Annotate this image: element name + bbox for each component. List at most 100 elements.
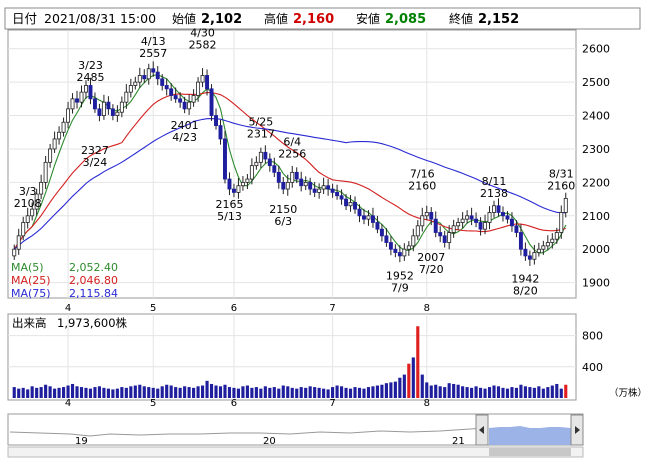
- volume-bar: [268, 387, 272, 398]
- candle-body: [438, 232, 443, 237]
- volume-bar: [169, 385, 173, 398]
- volume-bar: [84, 387, 88, 398]
- candle-body: [276, 171, 281, 183]
- volume-bar: [106, 388, 110, 398]
- candle-body: [124, 91, 129, 103]
- month-tick-label: 6: [231, 398, 237, 409]
- volume-bar: [272, 387, 276, 398]
- candle-body: [299, 178, 304, 187]
- volume-bar: [523, 386, 527, 398]
- volume-bar: [48, 386, 52, 398]
- volume-bar: [138, 384, 142, 398]
- volume-bar: [111, 389, 115, 398]
- legend-value: 2,052.40: [69, 261, 118, 274]
- volume-bar: [165, 384, 169, 398]
- price-annotation: 2160: [547, 180, 575, 193]
- volume-bar: [196, 386, 200, 398]
- price-y-axis: 1900 2000 2100 2200 2300 2400 2500 2600: [582, 43, 610, 290]
- candle-body: [258, 151, 263, 163]
- volume-bar: [39, 387, 43, 398]
- volume-bar: [259, 388, 263, 398]
- candle-body: [12, 248, 17, 257]
- candle-body: [321, 185, 326, 190]
- volume-bar: [93, 387, 97, 398]
- candle-body: [478, 222, 483, 230]
- volume-bar: [465, 387, 469, 398]
- volume-bar: [192, 387, 196, 398]
- volume-bar: [501, 387, 505, 398]
- candle-body: [110, 108, 115, 116]
- volume-bar: [362, 388, 366, 398]
- stock-chart: 日付 2021/08/31 15:00 始値 2,102 高値 2,160 安値…: [4, 7, 647, 458]
- volume-bar: [147, 387, 151, 398]
- volume-bar: [133, 385, 137, 398]
- candle-body: [160, 78, 165, 86]
- volume-bar: [487, 387, 492, 398]
- navigator-scroll-thumb[interactable]: [489, 448, 571, 456]
- volume-bar: [348, 388, 353, 398]
- price-annotation: 7/9: [391, 281, 409, 294]
- volume-bar: [304, 387, 308, 398]
- candle-body: [474, 218, 479, 223]
- volume-bar: [353, 387, 357, 398]
- candle-body: [559, 212, 564, 233]
- close-label: 終値: [449, 11, 473, 26]
- volume-bar: [218, 386, 223, 398]
- volume-bar: [496, 386, 501, 398]
- volume-bar: [331, 387, 335, 398]
- candle-body: [523, 248, 528, 257]
- volume-bar: [174, 387, 178, 398]
- candle-body: [370, 215, 375, 223]
- candle-body: [151, 68, 156, 73]
- month-tick-label: 5: [150, 398, 156, 409]
- month-tick-label: 6: [231, 303, 237, 314]
- price-annotation: 2138: [480, 187, 508, 200]
- candle-body: [411, 235, 416, 247]
- candle-body: [231, 188, 236, 193]
- candle-body: [61, 121, 66, 133]
- candle-body: [384, 235, 389, 243]
- price-annotation: 2256: [278, 148, 306, 161]
- volume-bar: [124, 387, 128, 398]
- month-tick-label: 5: [150, 303, 156, 314]
- price-annotation: 5/13: [217, 210, 242, 223]
- candle-body: [92, 98, 97, 110]
- volume-bar: [564, 384, 568, 398]
- volume-bar: [236, 388, 241, 398]
- volume-bar: [115, 388, 119, 398]
- candle-body: [254, 161, 259, 167]
- volume-bar: [44, 384, 48, 398]
- candle-body: [164, 85, 169, 90]
- candle-body: [514, 225, 519, 233]
- candle-body: [182, 101, 187, 110]
- volume-bar: [66, 385, 70, 398]
- low-label: 安値: [356, 11, 380, 26]
- volume-bar: [447, 383, 451, 398]
- candle-body: [249, 165, 254, 180]
- candle-body: [106, 101, 111, 110]
- candle-body: [326, 185, 331, 190]
- candle-body: [196, 81, 201, 96]
- candle-body: [518, 232, 523, 250]
- volume-tick-label: 400: [582, 361, 603, 374]
- candle-body: [330, 188, 335, 193]
- price-annotation: 2317: [247, 127, 275, 140]
- volume-bar: [227, 387, 232, 398]
- candle-body: [442, 235, 447, 243]
- legend-value: 2,115.84: [69, 287, 118, 300]
- volume-bar: [537, 386, 541, 398]
- candle-body: [335, 192, 340, 197]
- candle-body: [424, 212, 429, 217]
- candle-body: [66, 108, 71, 123]
- month-tick-label: 4: [65, 303, 71, 314]
- candle-body: [173, 95, 178, 100]
- candle-body: [272, 165, 277, 173]
- candle-body: [146, 68, 151, 80]
- candle-body: [366, 215, 371, 220]
- volume-bar: [478, 387, 483, 398]
- volume-bar: [398, 377, 402, 398]
- candle-body: [263, 151, 268, 160]
- candle-body: [187, 101, 192, 110]
- candle-body: [137, 75, 142, 83]
- volume-tick-label: 800: [582, 330, 603, 343]
